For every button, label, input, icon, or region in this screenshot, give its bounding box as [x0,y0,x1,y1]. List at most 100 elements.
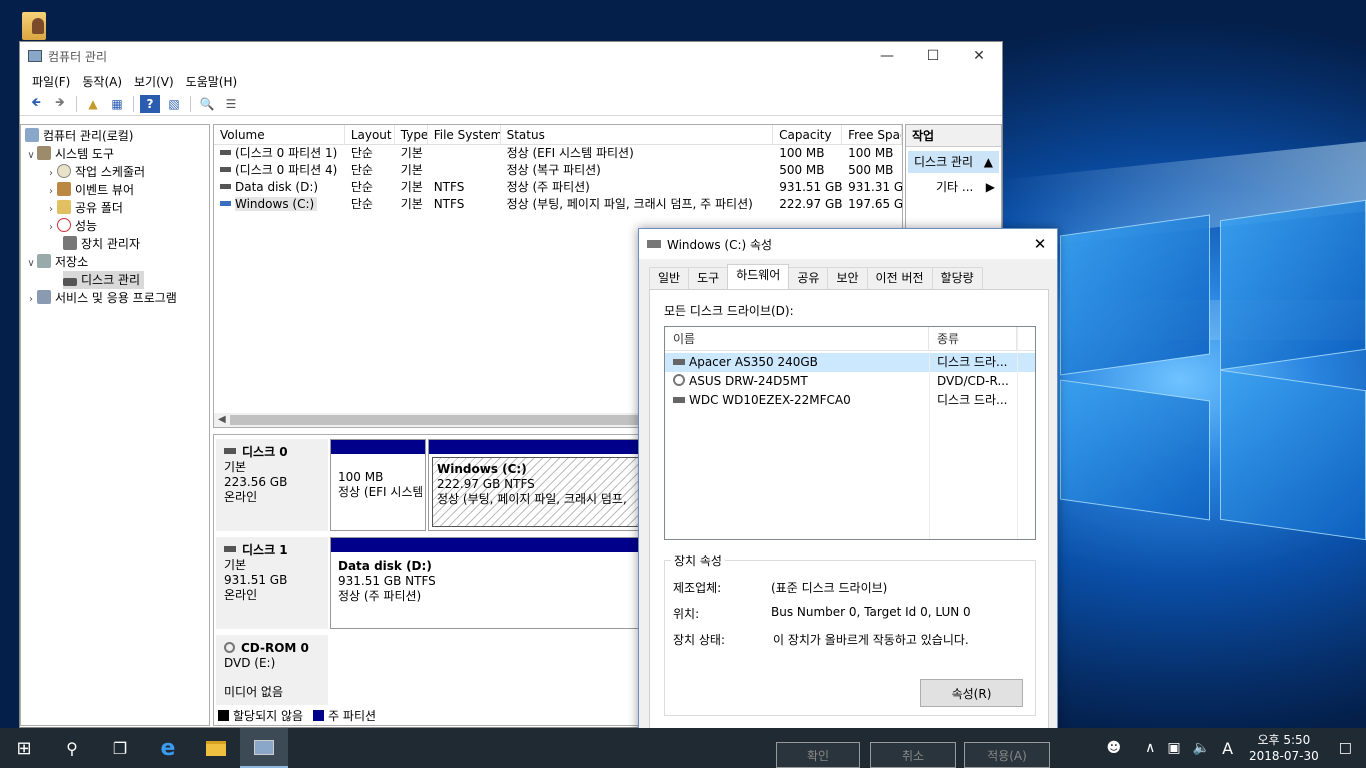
drive-row-apacer[interactable]: Apacer AS350 240GB 디스크 드라... [665,353,1035,372]
column-volume[interactable]: Volume [214,125,345,144]
device-manager-icon [63,236,77,250]
tree-item-services-applications[interactable]: › 서비스 및 응용 프로그램 [21,289,209,307]
drive-row-wdc[interactable]: WDC WD10EZEX-22MFCA0 디스크 드라... [665,391,1035,410]
close-button[interactable]: ✕ [956,42,1002,70]
column-layout[interactable]: Layout [345,125,395,144]
action-more[interactable]: 기타 ... ▶ [906,177,1001,197]
volume-row[interactable]: Data disk (D:) 단순 기본 NTFS 정상 (주 파티션) 931.51 G… [214,179,902,196]
properties-icon[interactable]: ☰ [221,95,241,113]
menu-action[interactable]: 동작(A) [76,73,128,90]
properties-button[interactable]: 속성(R) [920,679,1023,707]
title-bar[interactable]: 컴퓨터 관리 — ☐ ✕ [20,42,1002,70]
clock-icon [57,164,71,178]
cell-volume: (디스크 0 파티션 1) [214,145,345,162]
tree-item-disk-management[interactable]: 디스크 관리 [21,271,209,289]
cell-capacity: 931.51 GB [779,180,843,194]
computer-management-taskbar-icon[interactable] [240,728,288,768]
volume-icon[interactable]: 🔈 [1193,740,1210,756]
tab-quota[interactable]: 할당량 [931,267,983,289]
apply-button[interactable]: 적용(A) [964,742,1050,768]
device-properties-title: 장치 속성 [671,552,725,569]
collapse-up-icon[interactable]: ▲ [984,151,993,173]
tree-item-computer-management[interactable]: 컴퓨터 관리(로컬) [21,127,209,145]
show-hide-tree-icon[interactable]: ▦ [107,95,127,113]
tree-item-task-scheduler[interactable]: › 작업 스케줄러 [21,163,209,181]
forward-arrow-icon[interactable]: 🡺 [50,95,70,113]
tab-security[interactable]: 보안 [827,267,868,289]
people-icon[interactable]: ☻ [1107,740,1122,756]
cell-free-space: 500 MB [848,163,894,177]
cdrom-0-label[interactable]: CD-ROM 0 DVD (E:) 미디어 없음 [216,635,328,705]
tab-general[interactable]: 일반 [649,267,690,289]
chevron-right-icon[interactable]: › [25,291,37,309]
storage-icon [37,254,51,268]
network-icon[interactable]: ▣ [1167,740,1180,756]
cell-layout: 단순 [350,163,373,177]
services-icon [37,290,51,304]
tab-previous-versions[interactable]: 이전 버전 [866,267,933,289]
menu-view[interactable]: 보기(V) [128,73,180,90]
start-windows-icon[interactable]: ⊞ [0,728,48,768]
menu-file[interactable]: 파일(F) [26,73,76,90]
back-arrow-icon[interactable]: 🡸 [26,95,46,113]
maximize-button[interactable]: ☐ [910,42,956,70]
file-explorer-icon[interactable] [192,728,240,768]
disk-management-icon [63,278,77,286]
clock[interactable]: 오후 5:50 2018-07-30 [1249,732,1319,764]
drive-row-asus[interactable]: ASUS DRW-24D5MT DVD/CD-R... [665,372,1035,391]
drive-list[interactable]: 이름 종류 Apacer AS350 240GB 디스크 드라... ASUS … [664,326,1036,540]
tab-sharing[interactable]: 공유 [788,267,829,289]
unallocated-swatch [218,709,229,721]
tab-hardware[interactable]: 하드웨어 [727,264,790,289]
ok-button[interactable]: 확인 [776,742,860,768]
tree-item-device-manager[interactable]: 장치 관리자 [21,235,209,253]
cell-status: 정상 (부팅, 페이지 파일, 크래시 덤프, 주 파티션) [506,197,753,211]
tree-item-storage[interactable]: ∨ 저장소 [21,253,209,271]
tab-tools[interactable]: 도구 [688,267,729,289]
desktop-user-folder-icon[interactable] [22,12,46,40]
volume-row[interactable]: (디스크 0 파티션 1) 단순 기본 정상 (EFI 시스템 파티션) 100 MB 1… [214,145,902,162]
tree-item-system-tools[interactable]: ∨ 시스템 도구 [21,145,209,163]
column-type[interactable]: 종류 [929,327,1017,350]
ime-indicator[interactable]: A [1222,739,1233,758]
toolbar: 🡸 🡺 ▲ ▦ ? ▧ 🔍 ☰ [20,92,1002,116]
cell-file-system [428,162,501,179]
help-icon[interactable]: ? [140,94,160,113]
column-name[interactable]: 이름 [665,327,929,350]
up-folder-icon[interactable]: ▲ [83,95,103,113]
tree-item-event-viewer[interactable]: › 이벤트 뷰어 [21,181,209,199]
show-action-pane-icon[interactable]: ▧ [164,95,184,113]
column-capacity[interactable]: Capacity [773,125,843,144]
column-type[interactable]: Type [395,125,428,144]
edge-browser-icon[interactable]: e [144,728,192,768]
column-status[interactable]: Status [501,125,774,144]
tree-item-performance[interactable]: › 성능 [21,217,209,235]
minimize-button[interactable]: — [864,42,910,70]
connect-icon[interactable]: 🔍 [197,95,217,113]
search-icon[interactable]: ⚲ [48,728,96,768]
column-free-space[interactable]: Free Spac [842,125,902,144]
drive-icon [647,240,661,248]
disk-1-label[interactable]: 디스크 1 기본 931.51 GB 온라인 [216,537,328,629]
volume-row[interactable]: (디스크 0 파티션 4) 단순 기본 정상 (복구 파티션) 500 MB 500 MB [214,162,902,179]
chevron-up-icon[interactable]: ∧ [1145,740,1155,756]
column-file-system[interactable]: File System [428,125,501,144]
location-label: 위치: [673,607,700,621]
dialog-close-button[interactable]: ✕ [1023,229,1057,259]
event-viewer-icon [57,182,71,196]
task-view-icon[interactable]: ❐ [96,728,144,768]
cd-rom-icon [224,642,235,653]
cancel-button[interactable]: 취소 [870,742,956,768]
notification-icon[interactable]: □ [1339,740,1352,756]
partition-efi[interactable]: 100 MB 정상 (EFI 시스템 [330,439,426,531]
action-disk-management[interactable]: 디스크 관리 ▲ [908,151,999,173]
dialog-title-bar[interactable]: Windows (C:) 속성 ✕ [639,229,1057,259]
menu-help[interactable]: 도움말(H) [180,73,244,90]
scroll-left-icon[interactable]: ◀ [218,413,226,427]
volume-row[interactable]: Windows (C:) 단순 기본 NTFS 정상 (부팅, 페이지 파일, 크래시 … [214,196,902,213]
location-value: Bus Number 0, Target Id 0, LUN 0 [771,605,971,619]
tree-item-shared-folders[interactable]: › 공유 폴더 [21,199,209,217]
cell-layout: 단순 [350,180,373,194]
actions-header: 작업 [906,125,1001,147]
disk-0-label[interactable]: 디스크 0 기본 223.56 GB 온라인 [216,439,328,531]
